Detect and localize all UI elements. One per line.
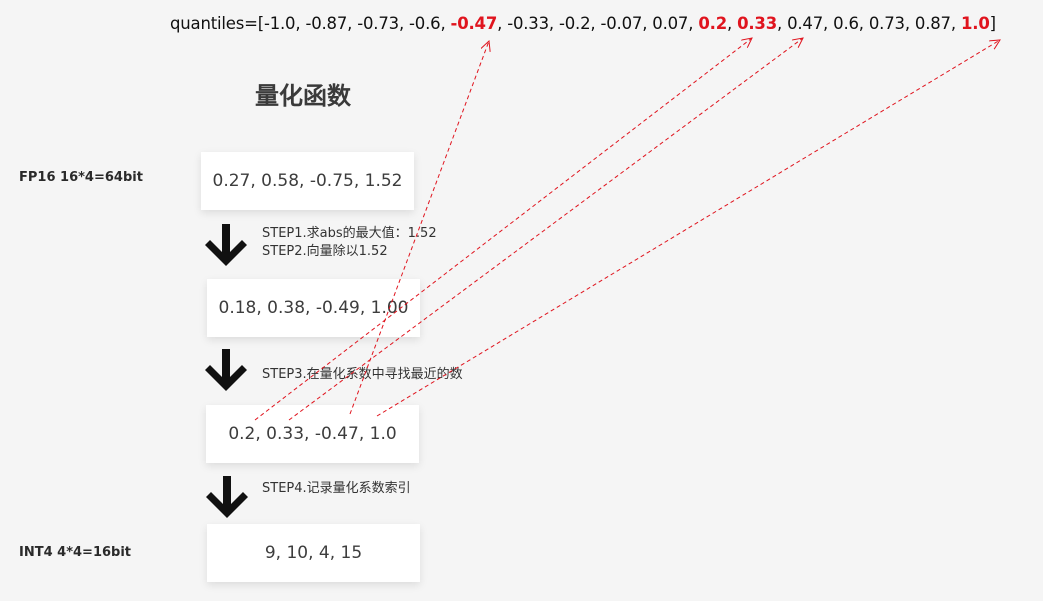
quantile-value: -0.73	[357, 14, 399, 33]
quantile-value: -0.33	[507, 14, 549, 33]
step-2-text: STEP2.向量除以1.52	[262, 244, 388, 259]
link-line-1.0	[376, 40, 1000, 417]
quantile-value: 0.6	[833, 14, 859, 33]
quantiles-list: quantiles=[-1.0, -0.87, -0.73, -0.6, -0.…	[170, 14, 996, 33]
quantile-value: 0.73	[868, 14, 905, 33]
index-vector-box: 9, 10, 4, 15	[207, 524, 420, 582]
link-lines	[254, 0, 1043, 421]
int4-label: INT4 4*4=16bit	[19, 545, 132, 560]
down-arrow-icon	[205, 349, 247, 391]
fp16-label: FP16 16*4=64bit	[19, 170, 143, 185]
nearest-values-box: 0.2, 0.33, -0.47, 1.0	[206, 405, 419, 463]
quantile-value: 0.2	[698, 14, 727, 33]
quantile-value: -0.2	[559, 14, 591, 33]
quantile-value: 1.0	[960, 14, 990, 33]
down-arrow-icon	[206, 476, 248, 518]
quantile-value: -0.07	[600, 14, 643, 33]
quantile-value: 0.33	[737, 14, 777, 33]
input-vector-box: 0.27, 0.58, -0.75, 1.52	[201, 152, 414, 210]
quantile-value: -0.47	[450, 14, 498, 33]
step-1-text: STEP1.求abs的最大值：1.52	[262, 226, 437, 241]
step-4-text: STEP4.记录量化系数索引	[262, 481, 411, 496]
quantile-value: 0.87	[914, 14, 951, 33]
normalized-vector-box: 0.18, 0.38, -0.49, 1.00	[207, 279, 420, 337]
quantiles-suffix: ]	[989, 14, 996, 33]
quantile-value: 0.47	[787, 14, 824, 33]
step-3-text: STEP3.在量化系数中寻找最近的数	[262, 367, 463, 382]
quantile-value: 0.07	[652, 14, 689, 33]
quantile-value: -0.87	[305, 14, 348, 33]
diagram-title: 量化函数	[255, 82, 351, 110]
down-arrow-icon	[205, 224, 247, 266]
quantile-value: -1.0	[263, 14, 296, 33]
quantiles-prefix: quantiles=[	[170, 14, 264, 33]
quantile-value: -0.6	[409, 14, 441, 33]
